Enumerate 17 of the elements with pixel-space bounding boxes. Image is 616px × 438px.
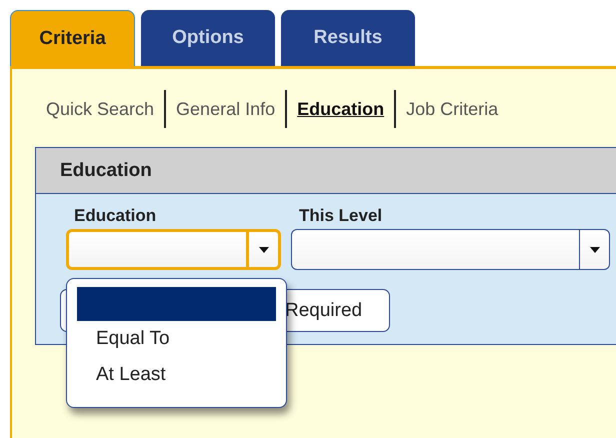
caret-icon (258, 246, 268, 252)
dropdown-option[interactable]: At Least (77, 357, 276, 393)
subnav-link[interactable]: General Info (176, 98, 276, 120)
caret-icon (590, 246, 600, 252)
subnav-link[interactable]: Education (297, 98, 384, 120)
field-label: Education (73, 206, 158, 226)
subnav-link[interactable]: Quick Search (46, 98, 154, 120)
tab[interactable]: Criteria (10, 10, 135, 66)
field-label: This Level (298, 206, 384, 226)
select-field[interactable] (291, 229, 610, 270)
tab[interactable]: Options (141, 10, 275, 66)
subnav-link[interactable]: Job Criteria (406, 98, 498, 120)
section-title: Education (60, 160, 152, 182)
dropdown-option[interactable]: Equal To (77, 321, 276, 357)
tab[interactable]: Results (281, 10, 415, 66)
select-field[interactable] (66, 229, 281, 270)
blank-option[interactable] (77, 287, 276, 321)
